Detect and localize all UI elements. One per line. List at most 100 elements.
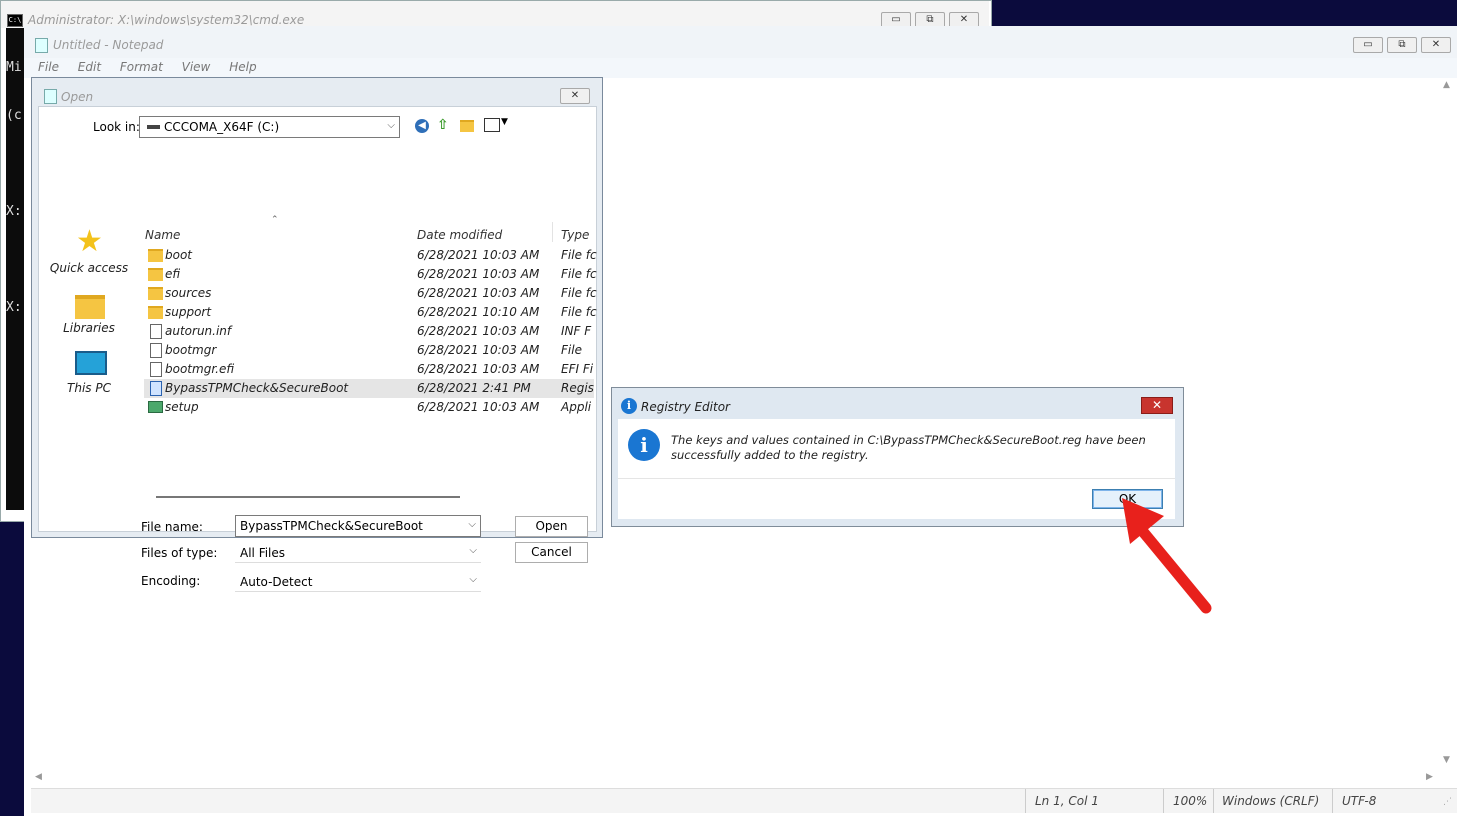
file-name: efi xyxy=(165,267,181,281)
registry-dialog-title: Registry Editor xyxy=(641,400,730,414)
menu-help[interactable]: Help xyxy=(229,60,256,74)
status-divider xyxy=(1163,789,1164,813)
file-type: INF F xyxy=(561,324,592,338)
console-line: X: xyxy=(6,300,22,315)
folder-icon xyxy=(148,268,163,281)
scroll-up-icon[interactable]: ▲ xyxy=(1443,80,1450,90)
look-in-label: Look in: xyxy=(93,120,140,134)
file-icon xyxy=(150,343,162,358)
registry-dialog-body: i The keys and values contained in C:\By… xyxy=(618,419,1175,519)
libraries-icon[interactable] xyxy=(75,295,105,319)
encoding-select[interactable]: Auto-Detect ⌵ xyxy=(235,571,481,592)
file-icon xyxy=(150,324,162,339)
status-line-ending: Windows (CRLF) xyxy=(1222,794,1320,808)
file-row-autorun[interactable]: autorun.inf 6/28/2021 10:03 AM INF F xyxy=(144,322,594,341)
menu-view[interactable]: View xyxy=(182,60,211,74)
file-name-label: File name: xyxy=(141,520,203,534)
view-menu-icon[interactable] xyxy=(484,118,500,132)
file-row-bypass-reg[interactable]: BypassTPMCheck&SecureBoot 6/28/2021 2:41… xyxy=(144,379,594,398)
file-name: BypassTPMCheck&SecureBoot xyxy=(165,381,349,395)
new-folder-icon[interactable] xyxy=(460,120,474,132)
open-dialog-close-button[interactable]: ✕ xyxy=(560,88,590,104)
chevron-down-icon: ⌵ xyxy=(469,574,477,585)
back-icon[interactable]: ◀ xyxy=(415,119,429,133)
file-name: bootmgr xyxy=(165,343,217,357)
arrow-shaft xyxy=(1134,522,1212,614)
file-row-sources[interactable]: sources 6/28/2021 10:03 AM File fc xyxy=(144,284,597,303)
folder-icon xyxy=(148,287,163,300)
files-of-type-select[interactable]: All Files ⌵ xyxy=(235,542,481,563)
scroll-down-icon[interactable]: ▼ xyxy=(1443,755,1450,765)
console-line: (c xyxy=(6,108,22,123)
file-type: File fc xyxy=(561,305,597,319)
place-libraries[interactable]: Libraries xyxy=(49,321,129,335)
resize-grip-icon[interactable]: ⋰ xyxy=(1443,797,1452,807)
column-type[interactable]: Type xyxy=(561,228,589,242)
status-divider xyxy=(1025,789,1026,813)
this-pc-icon[interactable] xyxy=(75,351,107,375)
scroll-left-icon[interactable]: ◀ xyxy=(35,772,42,782)
file-type: Regis xyxy=(561,381,594,395)
file-name: autorun.inf xyxy=(165,324,232,338)
cmd-title-bar[interactable]: C:\ Administrator: X:\windows\system32\c… xyxy=(1,1,989,28)
notepad-status-bar: Ln 1, Col 1 100% Windows (CRLF) UTF-8 ⋰ xyxy=(31,788,1457,813)
registry-message: The keys and values contained in C:\Bypa… xyxy=(671,433,1146,462)
place-quick-access[interactable]: Quick access xyxy=(49,261,129,275)
file-name: support xyxy=(165,305,212,319)
file-row-efi[interactable]: efi 6/28/2021 10:03 AM File fc xyxy=(144,265,597,284)
file-row-support[interactable]: support 6/28/2021 10:10 AM File fc xyxy=(144,303,597,322)
console-line: X: xyxy=(6,204,22,219)
file-name: boot xyxy=(165,248,193,262)
registry-close-button[interactable]: ✕ xyxy=(1141,397,1173,414)
file-date: 6/28/2021 2:41 PM xyxy=(417,381,531,395)
file-date: 6/28/2021 10:03 AM xyxy=(417,267,540,281)
file-type: Appli xyxy=(561,400,592,414)
horizontal-scrollbar[interactable] xyxy=(156,496,460,498)
column-name[interactable]: Name xyxy=(145,228,180,242)
notepad-close-button[interactable]: ✕ xyxy=(1421,37,1451,53)
look-in-value: CCCOMA_X64F (C:) xyxy=(164,120,280,134)
file-row-bootmgr[interactable]: bootmgr 6/28/2021 10:03 AM File xyxy=(144,341,594,360)
view-dropdown-icon[interactable]: ▼ xyxy=(501,117,508,127)
place-this-pc[interactable]: This PC xyxy=(49,381,129,395)
notepad-minimize-button[interactable]: ▭ xyxy=(1353,37,1383,53)
file-type: File fc xyxy=(561,286,597,300)
chevron-down-icon: ⌵ xyxy=(469,545,477,556)
scroll-right-icon[interactable]: ▶ xyxy=(1426,772,1433,782)
status-zoom: 100% xyxy=(1173,794,1208,808)
chevron-down-icon: ⌵ xyxy=(387,120,395,131)
menu-edit[interactable]: Edit xyxy=(78,60,101,74)
status-position: Ln 1, Col 1 xyxy=(1035,794,1099,808)
quick-access-star-icon[interactable]: ★ xyxy=(76,227,103,257)
folder-icon xyxy=(148,249,163,262)
cancel-button[interactable]: Cancel xyxy=(515,542,588,563)
open-dialog-icon xyxy=(44,89,57,104)
cmd-icon: C:\ xyxy=(7,14,23,27)
drive-icon xyxy=(147,125,160,129)
status-divider xyxy=(1213,789,1214,813)
status-divider xyxy=(1332,789,1333,813)
red-arrow-annotation xyxy=(1122,498,1212,614)
notepad-title-bar[interactable]: Untitled - Notepad ▭ ⧉ ✕ xyxy=(24,26,1457,58)
files-of-type-value: All Files xyxy=(240,546,286,560)
file-row-bootmgr-efi[interactable]: bootmgr.efi 6/28/2021 10:03 AM EFI Fi xyxy=(144,360,594,379)
look-in-dropdown[interactable]: CCCOMA_X64F (C:) ⌵ xyxy=(139,116,400,138)
file-name-input[interactable]: BypassTPMCheck&SecureBoot ⌵ xyxy=(235,515,481,537)
notepad-restore-button[interactable]: ⧉ xyxy=(1387,37,1417,53)
open-button[interactable]: Open xyxy=(515,516,588,537)
menu-format[interactable]: Format xyxy=(120,60,163,74)
column-date-modified[interactable]: Date modified xyxy=(417,228,502,242)
cmd-console[interactable]: Mi (c X: X: xyxy=(6,28,25,510)
file-row-boot[interactable]: boot 6/28/2021 10:03 AM File fc xyxy=(144,246,597,265)
file-row-setup[interactable]: setup 6/28/2021 10:03 AM Appli xyxy=(144,398,594,417)
file-date: 6/28/2021 10:03 AM xyxy=(417,400,540,414)
open-dialog-title: Open xyxy=(61,90,94,104)
menu-file[interactable]: File xyxy=(38,60,59,74)
chevron-down-icon[interactable]: ⌵ xyxy=(468,519,476,530)
encoding-label: Encoding: xyxy=(141,574,201,588)
notepad-icon xyxy=(35,38,48,53)
up-folder-icon[interactable]: ⇧ xyxy=(437,117,449,133)
files-of-type-label: Files of type: xyxy=(141,546,218,560)
